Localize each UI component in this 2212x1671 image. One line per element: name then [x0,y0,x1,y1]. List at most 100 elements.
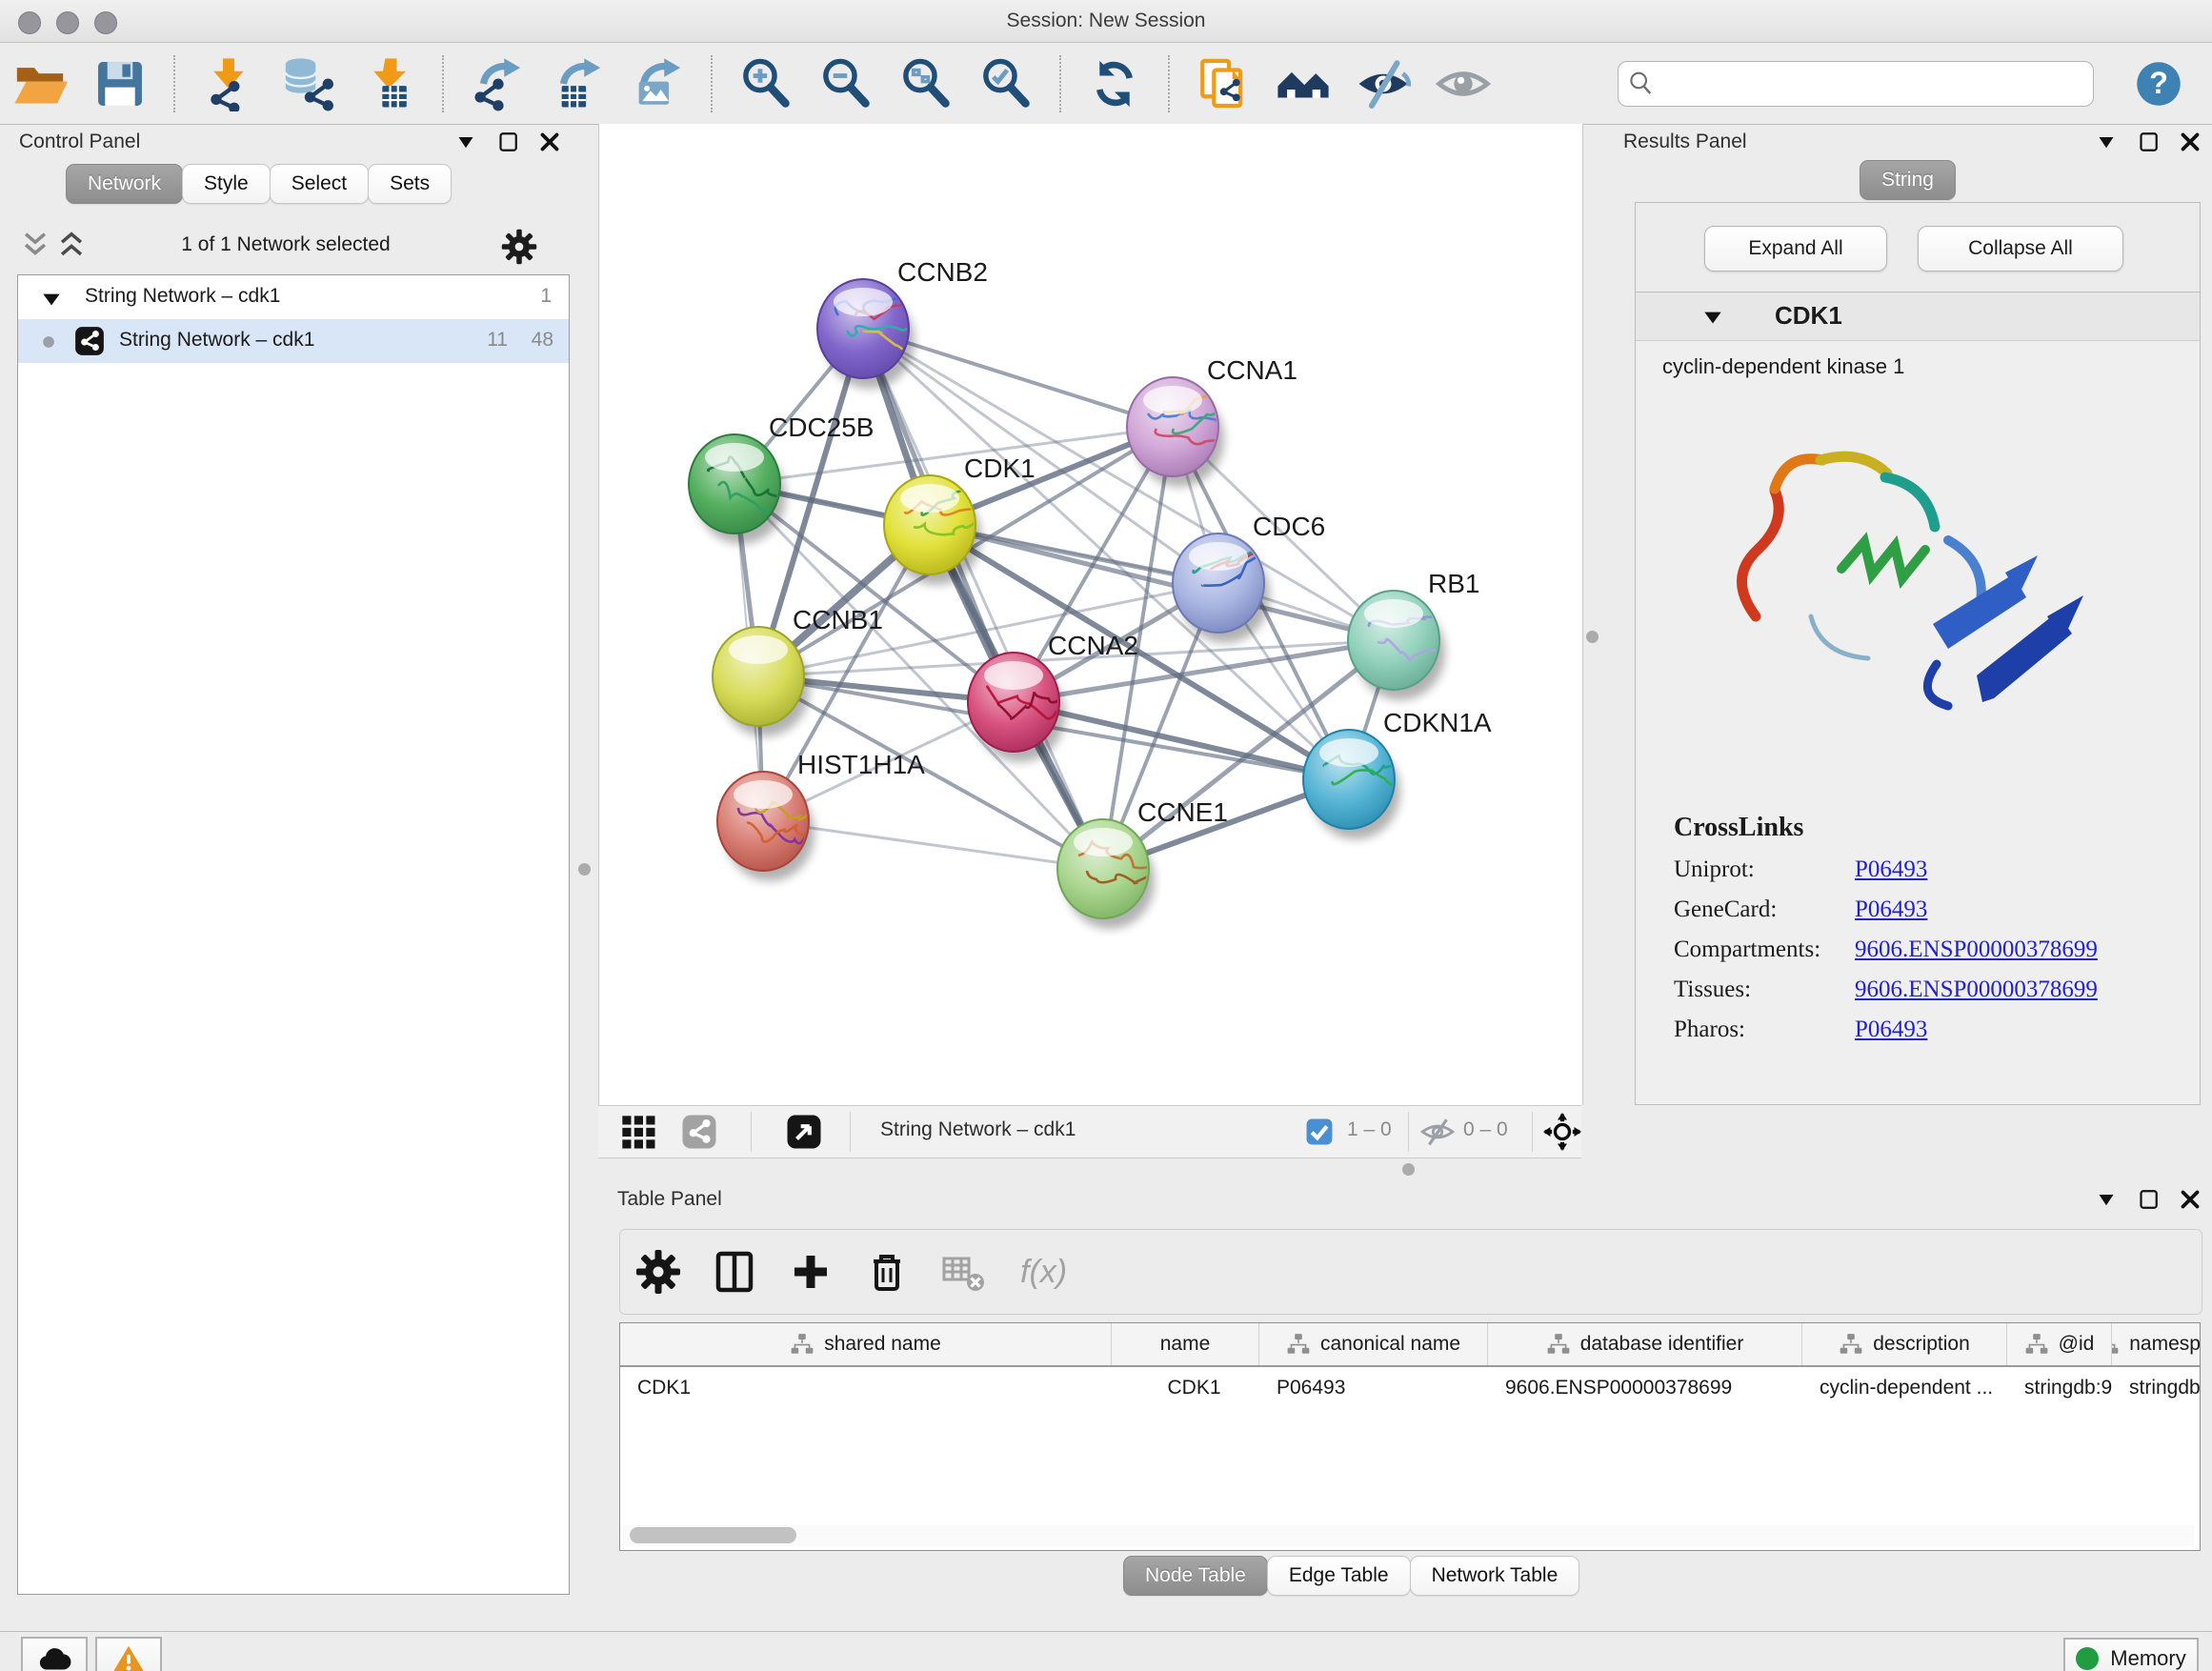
search-input[interactable] [1618,61,2094,107]
zoom-out-icon[interactable] [818,56,874,111]
tab-select[interactable]: Select [270,164,369,204]
node-table: shared namenamecanonical namedatabase id… [619,1322,2201,1551]
bottom-splitter-handle[interactable] [1402,1163,1415,1176]
zoom-selected-icon[interactable] [978,56,1034,111]
network-canvas[interactable]: CCNB2 CCNA1 CDC25B CDK1 CDC6 RB1 CCNB1 C… [598,124,1583,1105]
cell-canonical-name[interactable]: P06493 [1259,1367,1488,1409]
import-table-icon[interactable] [361,56,416,111]
right-splitter-handle[interactable] [1586,631,1599,643]
tab-node-table[interactable]: Node Table [1123,1556,1268,1596]
cell--id[interactable]: stringdb:9... [2007,1367,2112,1409]
results-panel-float-icon[interactable] [2134,128,2162,156]
results-panel-close-icon[interactable] [2176,128,2204,156]
birdseye-view-icon[interactable] [785,1113,823,1151]
control-panel-close-icon[interactable] [535,128,564,156]
table-panel-close-icon[interactable] [2176,1185,2204,1214]
collapse-all-button[interactable]: Collapse All [1918,226,2123,272]
crosslink-link[interactable]: P06493 [1855,1017,1927,1043]
crosshair-icon[interactable] [1543,1113,1581,1151]
zoom-in-icon[interactable] [738,56,794,111]
tab-network-table[interactable]: Network Table [1410,1556,1580,1596]
show-panels-icon[interactable] [1436,56,1491,111]
entry-disclosure-icon[interactable] [1700,305,1725,330]
network-snapshot-icon[interactable] [1196,56,1251,111]
network-options-gear-icon[interactable] [501,229,537,265]
table-options-gear-icon[interactable] [635,1249,681,1295]
hide-panels-icon[interactable] [1356,56,1411,111]
column-header-name[interactable]: name [1112,1323,1259,1365]
node-CDKN1A[interactable]: CDKN1A [1303,708,1492,839]
node-HIST1H1A[interactable]: HIST1H1A [717,750,925,881]
node-CDC6[interactable]: CDC6 [1173,512,1325,643]
cell-database-identifier[interactable]: 9606.ENSP00000378699 [1488,1367,1802,1409]
column-header-shared-name[interactable]: shared name [620,1323,1112,1365]
cell-description[interactable]: cyclin-dependent ... [1802,1367,2007,1409]
grid-view-icon[interactable] [619,1113,657,1151]
add-column-icon[interactable] [788,1249,834,1295]
home-icon[interactable] [1276,56,1331,111]
network-row[interactable]: String Network – cdk1 11 48 [18,319,569,363]
column-header--id[interactable]: @id [2007,1323,2112,1365]
column-header-description[interactable]: description [1802,1323,2007,1365]
save-session-icon[interactable] [92,56,148,111]
help-icon[interactable]: ? [2134,59,2183,109]
warning-button[interactable] [95,1637,162,1671]
cell-name[interactable]: CDK1 [1112,1367,1259,1409]
crosslink-label: Tissues: [1674,976,1855,1003]
table-panel-float-icon[interactable] [2134,1185,2162,1214]
node-CDC25B[interactable]: CDC25B [689,413,874,544]
tab-network[interactable]: Network [66,164,183,204]
left-splitter-handle[interactable] [578,863,591,876]
results-entry-header[interactable]: CDK1 [1636,292,2200,341]
control-panel-collapse-icon[interactable] [452,128,480,156]
tab-sets[interactable]: Sets [368,164,452,204]
node-CCNA1[interactable]: CCNA1 [1127,355,1297,487]
tab-string[interactable]: String [1860,160,1956,200]
memory-button[interactable]: Memory [2063,1638,2199,1671]
tab-style[interactable]: Style [182,164,271,204]
network-collection-row[interactable]: String Network – cdk1 1 [18,275,569,319]
selected-checkbox-icon[interactable] [1303,1116,1336,1148]
results-panel-collapse-icon[interactable] [2092,128,2121,156]
show-columns-icon[interactable] [712,1249,757,1295]
cell-namespace[interactable]: stringdb [2112,1367,2201,1409]
node-RB1[interactable]: RB1 [1348,569,1479,700]
node-CDK1[interactable]: CDK1 [884,453,1036,585]
column-header-canonical-name[interactable]: canonical name [1259,1323,1488,1365]
export-network-icon[interactable] [470,56,525,111]
open-session-icon[interactable] [12,56,68,111]
node-CCNB2[interactable]: CCNB2 [817,257,988,389]
import-network-icon[interactable] [201,56,256,111]
cell-shared-name[interactable]: CDK1 [620,1367,1112,1409]
hidden-elements-icon[interactable] [1419,1114,1456,1150]
table-row[interactable]: CDK1CDK1P064939606.ENSP00000378699cyclin… [620,1367,2200,1409]
cloud-button[interactable] [21,1637,88,1671]
control-panel-float-icon[interactable] [493,128,522,156]
collection-disclosure-icon[interactable] [39,287,64,312]
expand-all-networks-icon[interactable] [55,229,88,261]
column-header-database-identifier[interactable]: database identifier [1488,1323,1802,1365]
cloud-icon [37,1642,71,1671]
share-view-icon[interactable] [680,1113,718,1151]
column-header-namespace[interactable]: namespace [2112,1323,2201,1365]
table-panel-collapse-icon[interactable] [2092,1185,2121,1214]
table-hscrollbar-thumb[interactable] [630,1527,796,1543]
crosslink-link[interactable]: 9606.ENSP00000378699 [1855,976,2098,1003]
crosslink-link[interactable]: P06493 [1855,896,1927,923]
delete-column-icon[interactable] [864,1249,910,1295]
import-network-database-icon[interactable] [281,56,336,111]
crosslink-link[interactable]: 9606.ENSP00000378699 [1855,936,2098,963]
export-image-icon[interactable] [630,56,685,111]
collapse-all-networks-icon[interactable] [19,229,51,261]
tab-edge-table[interactable]: Edge Table [1267,1556,1411,1596]
export-table-icon[interactable] [550,56,605,111]
zoom-fit-icon[interactable] [898,56,954,111]
refresh-icon[interactable] [1087,56,1142,111]
node-label-CDC25B: CDC25B [769,413,874,442]
crosslink-link[interactable]: P06493 [1855,856,1927,883]
control-panel-title: Control Panel [19,131,140,153]
entry-gene-name: CDK1 [1775,301,1842,331]
node-CCNE1[interactable]: CCNE1 [1057,797,1228,929]
expand-all-button[interactable]: Expand All [1704,226,1887,272]
results-panel-header: Results Panel [1604,124,2212,160]
